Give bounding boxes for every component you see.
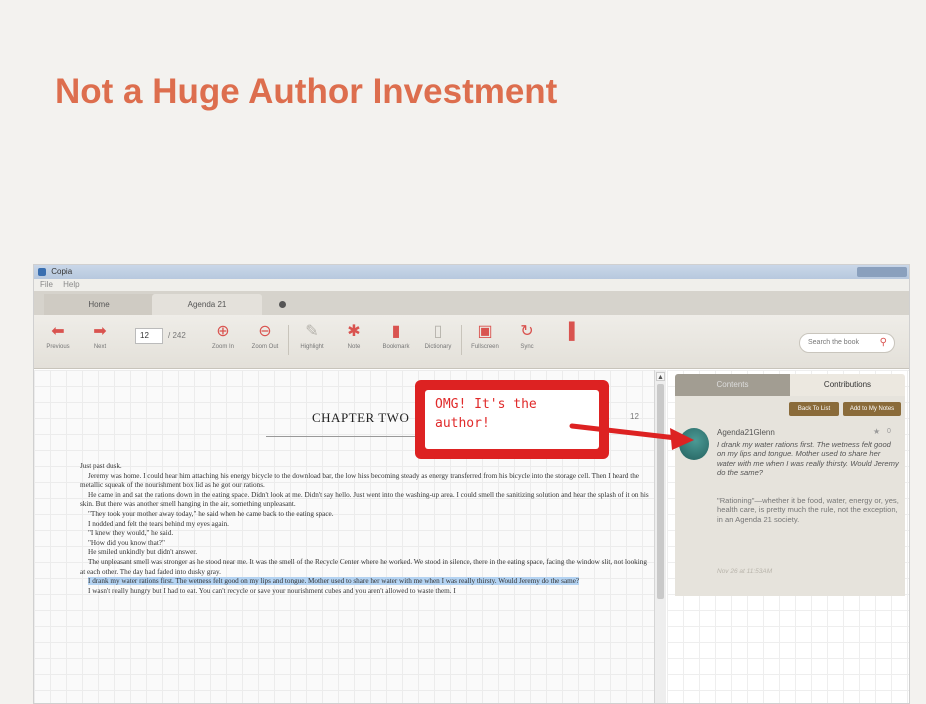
opening-line: Just past dusk. xyxy=(80,462,122,470)
menu-file[interactable]: File xyxy=(40,280,53,289)
paragraph: Jeremy was home. I could hear him attach… xyxy=(80,471,639,490)
tab-contributions[interactable]: Contributions xyxy=(790,374,905,396)
contributions-panel: Contents Contributions Back To List Add … xyxy=(667,370,909,703)
zoom-in-button[interactable]: ⊕ Zoom In xyxy=(203,322,243,350)
paragraph: "They took your mother away today," he s… xyxy=(88,509,334,518)
reader-scrollbar[interactable]: ▲ xyxy=(654,370,666,703)
arrow-left-icon: ⬅ xyxy=(51,323,65,340)
avatar[interactable] xyxy=(679,428,709,460)
bookmark-button[interactable]: ▮ Bookmark xyxy=(376,322,416,350)
star-icon[interactable]: ★ xyxy=(873,427,880,436)
sync-button[interactable]: ↻ Sync xyxy=(507,322,547,350)
contribution-card: Back To List Add to My Notes Agenda21Gle… xyxy=(675,396,905,596)
slide-title: Not a Huge Author Investment xyxy=(55,72,558,111)
window-title: Copia xyxy=(51,267,73,276)
zoom-out-button[interactable]: ⊖ Zoom Out xyxy=(245,322,285,350)
app-icon xyxy=(38,267,46,276)
search-icon[interactable]: ⚲ xyxy=(880,334,887,352)
quoted-passage: I drank my water rations first. The wetn… xyxy=(717,440,899,478)
scroll-thumb[interactable] xyxy=(657,384,664,599)
author-note: "Rationing"—whether it be food, water, e… xyxy=(717,496,899,524)
sync-icon: ↻ xyxy=(520,323,534,340)
pen-icon: ✎ xyxy=(305,323,319,340)
toolbar-divider xyxy=(288,325,289,355)
callout-line-1: OMG! It's the xyxy=(435,397,537,412)
paragraph: I wasn't really hungry but I had to eat.… xyxy=(88,586,456,595)
exit-button[interactable]: ▐ xyxy=(549,322,589,342)
paragraph: He smiled unkindly but didn't answer. xyxy=(88,548,198,557)
window-controls[interactable] xyxy=(857,267,907,277)
tab-contents[interactable]: Contents xyxy=(675,374,790,396)
tab-bar: Home Agenda 21 xyxy=(34,291,909,315)
back-to-list-button[interactable]: Back To List xyxy=(789,402,839,416)
menu-help[interactable]: Help xyxy=(63,280,79,289)
note-button[interactable]: ✱ Note xyxy=(334,322,374,350)
bookmark-icon: ▮ xyxy=(391,323,401,340)
paragraph: I nodded and felt the tears behind my ey… xyxy=(88,519,229,528)
previous-button[interactable]: ⬅ Previous xyxy=(38,322,78,350)
paragraph: "How did you know that?" xyxy=(88,538,165,547)
next-button[interactable]: ➡ Next xyxy=(80,322,120,350)
book-text[interactable]: Just past dusk. Jeremy was home. I could… xyxy=(80,462,652,596)
pin-icon: ✱ xyxy=(347,323,361,340)
chapter-title: CHAPTER TWO xyxy=(312,410,410,425)
callout-line-2: author! xyxy=(435,416,490,431)
add-to-notes-button[interactable]: Add to My Notes xyxy=(843,402,901,416)
note-timestamp: Nov 26 at 11:53AM xyxy=(717,568,773,575)
scroll-up-icon[interactable]: ▲ xyxy=(656,372,665,381)
app-screenshot: Copia File Help Home Agenda 21 ⬅ Previou… xyxy=(33,264,910,704)
window-titlebar: Copia xyxy=(34,265,909,279)
fullscreen-button[interactable]: ▣ Fullscreen xyxy=(465,322,505,350)
toolbar-divider xyxy=(461,325,462,355)
zoom-in-icon: ⊕ xyxy=(216,323,230,340)
page-number: 12 xyxy=(630,412,639,421)
callout-box: OMG! It's the author! xyxy=(415,380,609,459)
menu-bar: File Help xyxy=(34,279,909,291)
paragraph: He came in and sat the rations down in t… xyxy=(80,490,649,509)
highlight-button[interactable]: ✎ Highlight xyxy=(292,322,332,350)
page-total: / 242 xyxy=(168,331,186,340)
paragraph: The unpleasant smell was stronger as he … xyxy=(80,557,647,576)
tab-close-icon[interactable] xyxy=(279,301,286,308)
book-icon: ▯ xyxy=(433,323,443,340)
star-count: 0 xyxy=(887,428,891,435)
callout-text: OMG! It's the author! xyxy=(425,390,599,449)
dictionary-button[interactable]: ▯ Dictionary xyxy=(418,322,458,350)
arrow-right-icon: ➡ xyxy=(93,323,107,340)
highlighted-passage[interactable]: I drank my water rations first. The wetn… xyxy=(80,577,652,587)
exit-door-icon: ▐ xyxy=(563,323,575,340)
tab-home[interactable]: Home xyxy=(44,294,154,315)
tab-agenda-21[interactable]: Agenda 21 xyxy=(152,294,286,315)
fullscreen-icon: ▣ xyxy=(477,323,493,340)
side-tabs: Contents Contributions xyxy=(675,374,905,396)
search-input[interactable]: Search the book ⚲ xyxy=(799,333,895,353)
zoom-out-icon: ⊖ xyxy=(258,323,272,340)
author-username[interactable]: Agenda21Glenn xyxy=(717,428,775,437)
tab-agenda-21-label: Agenda 21 xyxy=(187,300,227,309)
reader-toolbar: ⬅ Previous ➡ Next 12 / 242 ⊕ Zoom In ⊖ Z… xyxy=(34,315,909,369)
paragraph: "I knew they would," he said. xyxy=(88,529,174,538)
page-input[interactable]: 12 xyxy=(135,328,163,344)
